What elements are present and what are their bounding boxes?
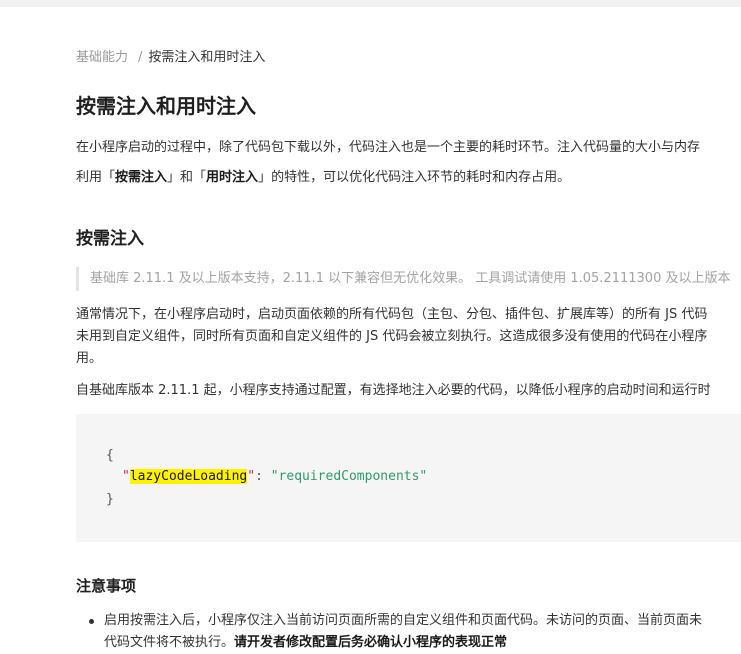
- code-colon: :: [255, 469, 271, 484]
- paragraph-1-line-2: 未用到自定义组件，同时所有页面和自定义组件的 JS 代码会被立刻执行。这造成很多…: [76, 329, 708, 344]
- paragraph-1-line-1: 通常情况下，在小程序启动时，启动页面依赖的所有代码包（主包、分包、插件包、扩展库…: [76, 307, 708, 322]
- breadcrumb-separator: /: [138, 50, 143, 65]
- note-text: 基础库 2.11.1 及以上版本支持，2.11.1 以下兼容但无优化效果。 工具…: [90, 271, 731, 286]
- note-quote-bar: [76, 267, 79, 291]
- breadcrumb-link-basic-capabilities[interactable]: 基础能力: [76, 50, 128, 65]
- code-quote: ": [122, 469, 130, 484]
- top-bar: [0, 0, 741, 7]
- paragraph-2: 自基础库版本 2.11.1 起，小程序支持通过配置，有选择地注入必要的代码，以降…: [76, 383, 711, 398]
- notes-item-bold: 请开发者修改配置后务必确认小程序的表现正常: [234, 635, 508, 650]
- intro-line-1: 在小程序启动的过程中，除了代码包下载以外，代码注入也是一个主要的耗时环节。注入代…: [76, 140, 701, 155]
- intro-text: 」和「: [167, 170, 207, 185]
- notes-item-text: 代码文件将不被执行。: [104, 635, 235, 650]
- code-value: "requiredComponents": [270, 469, 428, 484]
- intro-text: 」的特性，可以优化代码注入环节的耗时和内存占用。: [258, 170, 571, 185]
- code-quote: ": [247, 469, 256, 484]
- intro-text: 利用「: [76, 170, 116, 185]
- code-line: "lazyCodeLoading": "requiredComponents": [122, 466, 427, 488]
- notes-item-1-line-1: 启用按需注入后，小程序仅注入当前访问页面所需的自定义组件和页面代码。未访问的页面…: [104, 613, 703, 628]
- page-title: 按需注入和用时注入: [76, 94, 256, 118]
- breadcrumb: 基础能力 / 按需注入和用时注入: [76, 49, 265, 67]
- notes-item-1-line-2: 代码文件将不被执行。请开发者修改配置后务必确认小程序的表现正常: [104, 632, 507, 654]
- code-key: lazyCodeLoading: [129, 469, 248, 484]
- notes-heading: 注意事项: [76, 577, 137, 595]
- section-heading: 按需注入: [76, 229, 144, 249]
- code-close-brace: }: [106, 492, 114, 507]
- intro-line-2: 利用「按需注入」和「用时注入」的特性，可以优化代码注入环节的耗时和内存占用。: [76, 167, 570, 189]
- intro-bold-on-demand: 按需注入: [115, 170, 168, 185]
- intro-bold-lazy: 用时注入: [206, 170, 259, 185]
- bullet-icon: [89, 619, 94, 624]
- paragraph-1-line-3: 用。: [76, 351, 103, 366]
- code-open-brace: {: [106, 448, 114, 463]
- breadcrumb-current: 按需注入和用时注入: [148, 50, 266, 65]
